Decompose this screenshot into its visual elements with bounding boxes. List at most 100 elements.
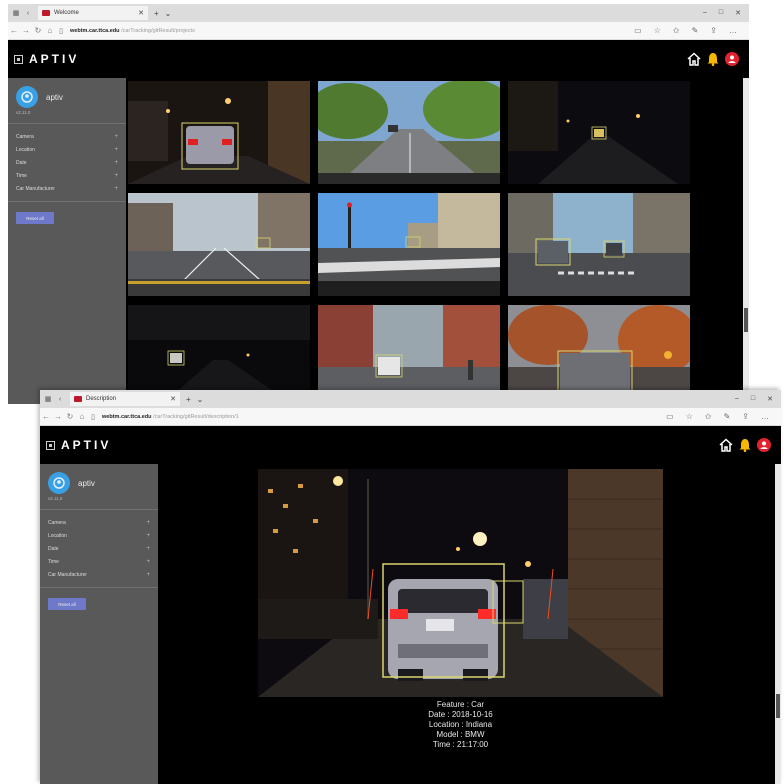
avatar[interactable] [16,86,38,108]
scrollbar-thumb[interactable] [776,694,780,718]
filter-time[interactable]: Time + [40,555,158,568]
header-icons [719,438,771,452]
expand-icon: + [146,532,150,539]
page-scrollbar[interactable] [743,78,749,404]
address-bar: ← → ↻ ⌂ ▯ webtm.car.ttca.edu /carTrackin… [8,22,749,40]
minimize-icon[interactable]: – [735,395,739,403]
reading-view-icon[interactable]: ▭ [634,26,642,35]
expand-icon: + [114,185,118,192]
brand-name[interactable]: APTIV [29,52,79,66]
expand-icon: + [114,133,118,140]
brand-logo-icon [14,54,23,64]
pen-icon[interactable]: ✎ [724,412,731,421]
description-window: ▦ ‹ Description ✕ + ⌄ – □ ✕ ← → ↻ ⌂ ▯ we… [40,390,781,784]
app-header: APTIV [40,426,781,464]
address-bar: ← → ↻ ⌂ ▯ webtm.car.ttca.edu /carTrackin… [40,408,781,426]
scrollbar-thumb[interactable] [744,308,748,332]
home-icon[interactable] [719,438,733,452]
url-input[interactable]: webtm.car.ttca.edu /carTracking/gitResul… [70,28,634,34]
thumbnail-city-cars[interactable] [508,193,690,296]
browser-back-tab-icon[interactable]: ‹ [24,9,32,17]
user-icon[interactable] [725,52,739,66]
maximize-icon[interactable]: □ [751,395,755,403]
filter-car-manufacturer[interactable]: Car Manufacturer + [40,568,158,581]
filter-list: Camera + Location + Date + Time + Car Manufa… [8,124,126,202]
share-icon[interactable]: ⇪ [742,412,749,421]
new-tab-icon[interactable]: + [186,395,191,404]
star-icon[interactable]: ☆ [654,26,661,35]
forward-icon[interactable]: → [52,412,64,421]
detail-image [258,469,663,697]
filter-car-manufacturer[interactable]: Car Manufacturer + [8,182,126,195]
maximize-icon[interactable]: □ [719,9,723,17]
tab-list-icon[interactable]: ⌄ [197,395,204,404]
browser-tab[interactable]: Description ✕ [70,392,180,406]
filter-date[interactable]: Date + [40,542,158,555]
forward-icon[interactable]: → [20,26,32,35]
favorites-icon[interactable]: ✩ [705,412,712,421]
bell-icon[interactable] [739,438,751,452]
filter-date[interactable]: Date + [8,156,126,169]
home-browser-icon[interactable]: ⌂ [76,412,88,421]
back-icon[interactable]: ← [8,26,20,35]
thumbnail-intersection[interactable] [318,193,500,296]
tab-title: Description [86,396,117,402]
app-body: aptiv v2.11.0 Camera + Location + Date + Ti… [40,464,781,784]
close-icon[interactable]: ✕ [138,9,144,17]
star-icon[interactable]: ☆ [686,412,693,421]
back-icon[interactable]: ← [40,412,52,421]
filter-time[interactable]: Time + [8,169,126,182]
filter-location[interactable]: Location + [40,529,158,542]
filter-camera[interactable]: Camera + [8,130,126,143]
home-icon[interactable] [687,52,701,66]
filter-label: Time [48,558,59,565]
location-text: Location : Indiana [428,720,493,729]
reading-view-icon[interactable]: ▭ [666,412,674,421]
refresh-icon[interactable]: ↻ [64,412,76,421]
sidebar: aptiv v2.11.0 Camera + Location + Date + Ti… [8,78,126,404]
browser-tab[interactable]: Welcome ✕ [38,6,148,20]
tab-title: Welcome [54,10,79,16]
window-close-icon[interactable]: ✕ [735,9,741,17]
url-path: /carTracking/gitResult/projects [121,27,195,34]
refresh-icon[interactable]: ↻ [32,26,44,35]
user-icon[interactable] [757,438,771,452]
username: aptiv [78,478,95,488]
browser-actions: ▭ ☆ ✩ ✎ ⇪ … [634,26,737,35]
url-input[interactable]: webtm.car.ttca.edu /carTracking/gitResul… [102,414,666,420]
favorites-icon[interactable]: ✩ [673,26,680,35]
more-icon[interactable]: … [761,412,769,421]
tab-list-icon[interactable]: ⌄ [165,9,172,18]
avatar[interactable] [48,472,70,494]
lock-icon: ▯ [59,27,63,35]
close-icon[interactable]: ✕ [170,395,176,403]
thumbnail-night-car[interactable] [128,81,310,184]
thumbnail-city-road[interactable] [128,193,310,296]
minimize-icon[interactable]: – [703,9,707,17]
filter-camera[interactable]: Camera + [40,516,158,529]
share-icon[interactable]: ⇪ [710,26,717,35]
page-scrollbar[interactable] [775,464,781,784]
app-body: aptiv v2.11.0 Camera + Location + Date + Ti… [8,78,749,404]
new-tab-icon[interactable]: + [154,9,159,18]
expand-icon: + [114,146,118,153]
thumbnail-night-street[interactable] [508,81,690,184]
browser-menu-icon[interactable]: ▦ [12,9,20,17]
home-browser-icon[interactable]: ⌂ [44,26,56,35]
window-close-icon[interactable]: ✕ [767,395,773,403]
browser-back-tab-icon[interactable]: ‹ [56,395,64,403]
more-icon[interactable]: … [729,26,737,35]
app-version: v2.11.0 [40,496,158,510]
pen-icon[interactable]: ✎ [692,26,699,35]
bell-icon[interactable] [707,52,719,66]
filter-location[interactable]: Location + [8,143,126,156]
reset-button[interactable]: Reset all [48,598,86,610]
profile: aptiv [40,464,158,496]
expand-icon: + [146,545,150,552]
url-host: webtm.car.ttca.edu [102,413,152,420]
reset-button[interactable]: Reset all [16,212,54,224]
thumbnail-day-road[interactable] [318,81,500,184]
browser-menu-icon[interactable]: ▦ [44,395,52,403]
image-grid [126,78,749,404]
brand-name[interactable]: APTIV [61,438,111,452]
